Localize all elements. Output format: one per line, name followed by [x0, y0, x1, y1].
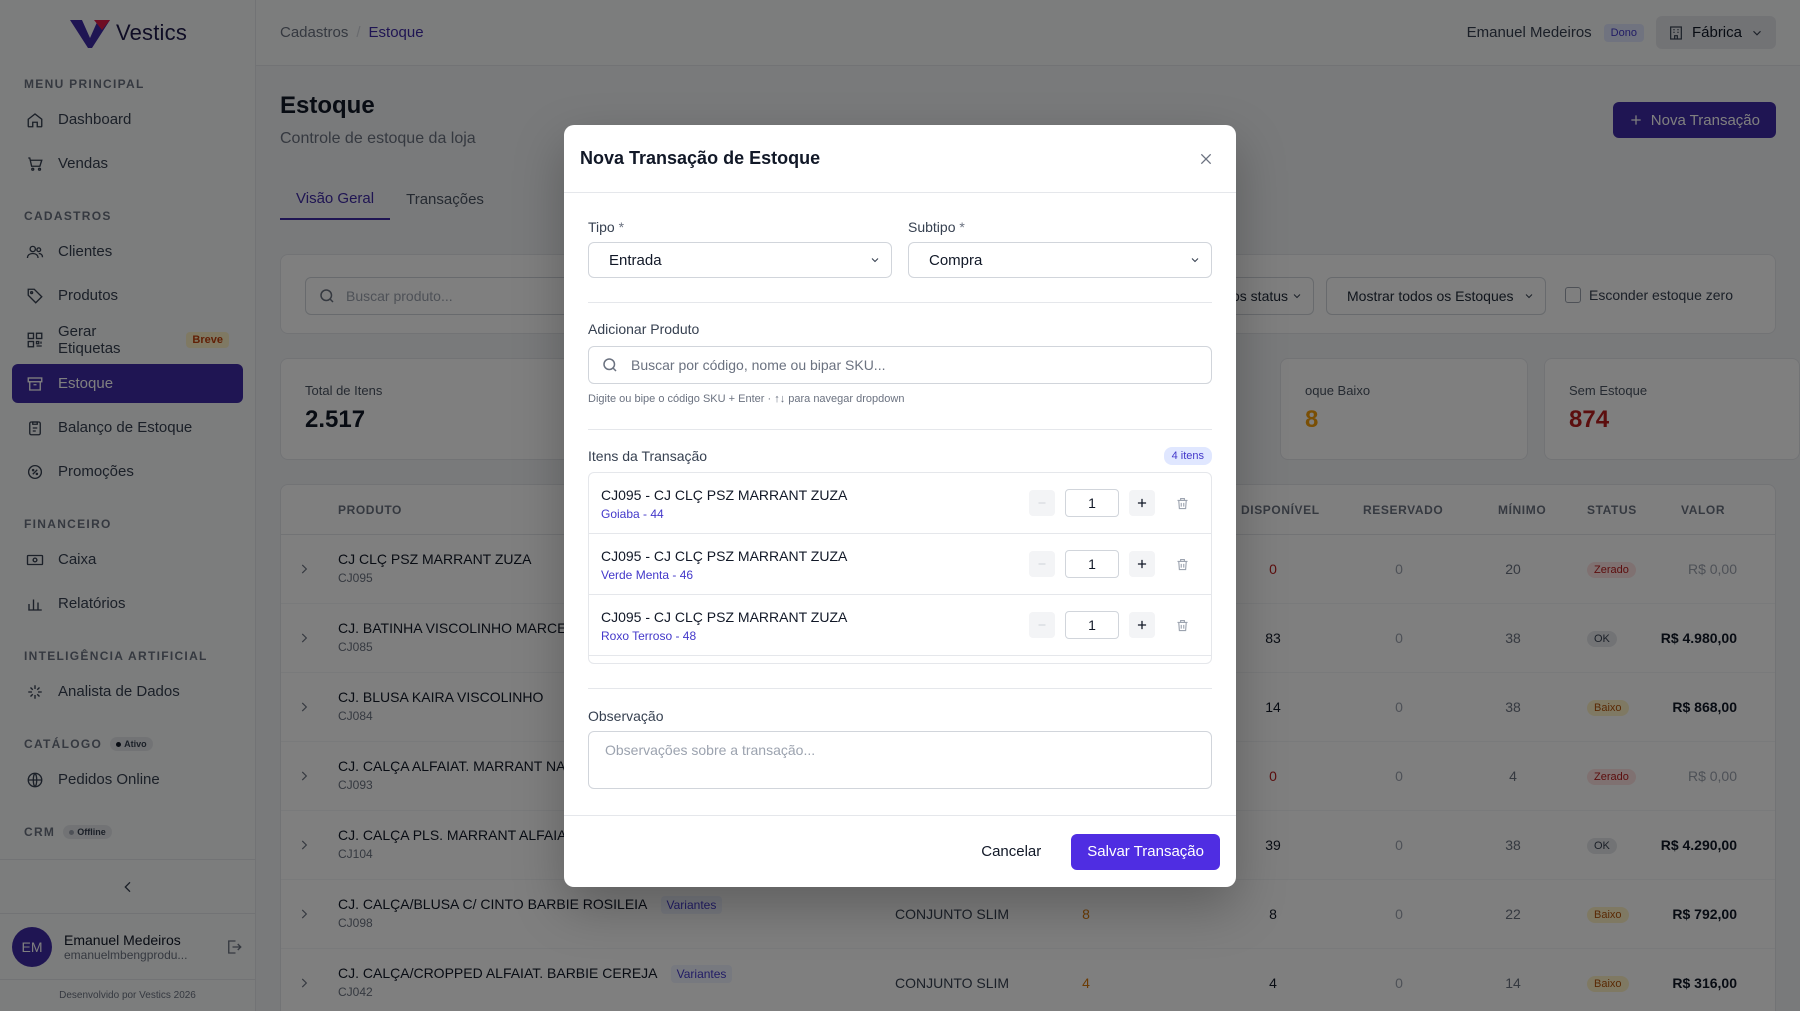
transaction-item: CJ095 - CJ CLÇ PSZ MARRANT ZUZA Goiaba -… [589, 473, 1211, 534]
subtipo-label: Subtipo * [908, 219, 965, 235]
decrease-qty-button[interactable] [1029, 612, 1055, 638]
item-variant: Roxo Terroso - 48 [601, 629, 697, 643]
required-mark: * [618, 219, 625, 235]
add-product-label: Adicionar Produto [588, 321, 700, 337]
product-search-placeholder: Buscar por código, nome ou bipar SKU... [631, 357, 886, 373]
new-transaction-modal: Nova Transação de Estoque Tipo * Entrada… [564, 125, 1236, 887]
tipo-label: Tipo * [588, 219, 624, 235]
save-transaction-button[interactable]: Salvar Transação [1071, 833, 1220, 870]
increase-qty-button[interactable] [1129, 551, 1155, 577]
search-hint: Digite ou bipe o código SKU + Enter · ↑↓… [588, 393, 905, 405]
items-label: Itens da Transação [588, 448, 708, 464]
item-name: CJ095 - CJ CLÇ PSZ MARRANT ZUZA [601, 609, 848, 625]
item-name: CJ095 - CJ CLÇ PSZ MARRANT ZUZA [601, 487, 848, 503]
remove-item-button[interactable] [1171, 492, 1193, 514]
tipo-value: Entrada [609, 251, 662, 269]
trash-icon [1177, 558, 1187, 570]
trash-icon [1177, 497, 1187, 509]
quantity-input[interactable]: 1 [1065, 611, 1119, 639]
remove-item-button[interactable] [1171, 553, 1193, 575]
close-button[interactable] [1192, 145, 1220, 173]
divider [588, 302, 1212, 303]
search-icon [603, 358, 617, 372]
cancel-button[interactable]: Cancelar [969, 834, 1053, 870]
plus-icon [1137, 498, 1147, 508]
subtipo-select[interactable]: Compra [908, 242, 1212, 278]
obs-label: Observação [588, 708, 664, 724]
divider [588, 688, 1212, 689]
tipo-select[interactable]: Entrada [588, 242, 892, 278]
quantity-input[interactable]: 1 [1065, 489, 1119, 517]
close-icon [1200, 153, 1212, 164]
items-count-badge: 4 itens [1163, 447, 1212, 465]
item-variant: Verde Menta - 46 [601, 568, 694, 582]
modal-footer: Cancelar Salvar Transação [564, 815, 1236, 887]
required-mark: * [959, 219, 965, 235]
items-list: CJ095 - CJ CLÇ PSZ MARRANT ZUZA Goiaba -… [588, 472, 1212, 664]
tipo-label-text: Tipo [588, 219, 615, 235]
subtipo-label-text: Subtipo [908, 219, 956, 235]
obs-placeholder: Observações sobre a transação... [605, 742, 816, 758]
obs-textarea[interactable]: Observações sobre a transação... [588, 731, 1212, 789]
product-search-field[interactable]: Buscar por código, nome ou bipar SKU... [588, 346, 1212, 384]
remove-item-button[interactable] [1171, 614, 1193, 636]
plus-icon [1137, 559, 1147, 569]
decrease-qty-button[interactable] [1029, 551, 1055, 577]
modal-title: Nova Transação de Estoque [580, 148, 821, 168]
transaction-item: CJ095 - CJ CLÇ PSZ MARRANT ZUZA Roxo Ter… [589, 595, 1211, 656]
decrease-qty-button[interactable] [1029, 490, 1055, 516]
item-variant: Goiaba - 44 [601, 507, 664, 521]
transaction-item: CJ095 - CJ CLÇ PSZ MARRANT ZUZA Verde Me… [589, 534, 1211, 595]
increase-qty-button[interactable] [1129, 490, 1155, 516]
minus-icon [1038, 563, 1046, 565]
increase-qty-button[interactable] [1129, 612, 1155, 638]
minus-icon [1038, 624, 1046, 626]
divider [588, 429, 1212, 430]
minus-icon [1038, 502, 1046, 504]
chevron-down-icon [1191, 258, 1199, 263]
subtipo-value: Compra [929, 251, 983, 269]
item-name: CJ095 - CJ CLÇ PSZ MARRANT ZUZA [601, 548, 848, 564]
quantity-input[interactable]: 1 [1065, 550, 1119, 578]
chevron-down-icon [871, 258, 879, 263]
plus-icon [1137, 620, 1147, 630]
trash-icon [1177, 619, 1187, 631]
